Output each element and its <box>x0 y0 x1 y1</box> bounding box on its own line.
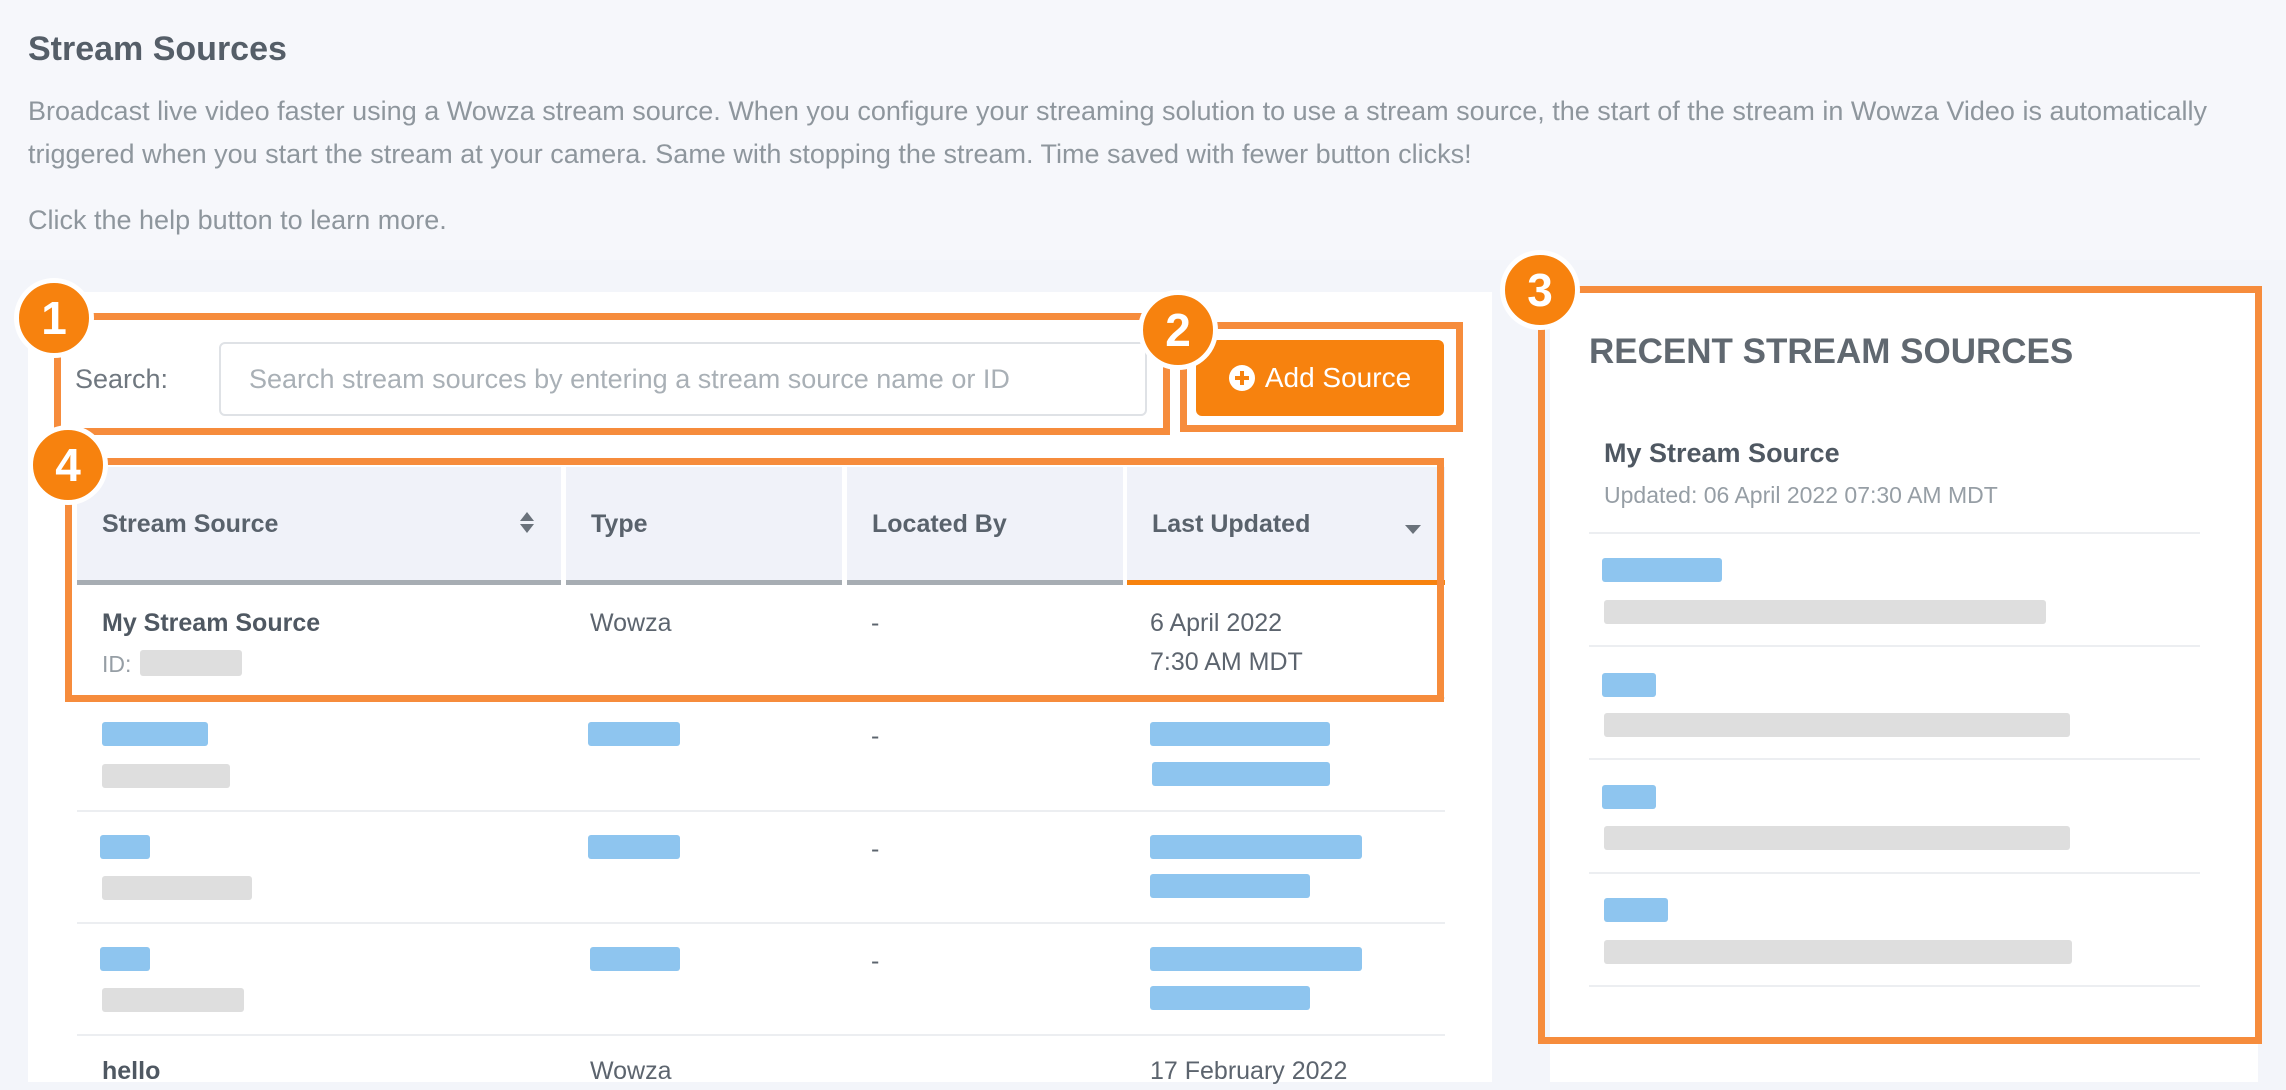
redacted-type <box>588 722 680 746</box>
row-located-by: - <box>871 722 880 750</box>
redacted-date <box>1150 722 1330 746</box>
row-divider <box>77 1034 1445 1036</box>
redacted-id <box>102 764 230 788</box>
row-updated-date: 17 February 2022 <box>1150 1057 1348 1085</box>
row-divider <box>77 810 1445 812</box>
callout-box-recent-sources <box>1538 286 2262 1044</box>
redacted-name <box>100 835 150 859</box>
page-title: Stream Sources <box>28 30 287 68</box>
redacted-date <box>1150 947 1362 971</box>
callout-number-4: 4 <box>28 425 108 505</box>
callout-box-search <box>54 313 1170 435</box>
callout-number-1: 1 <box>14 278 94 358</box>
redacted-id <box>102 876 252 900</box>
row-located-by: - <box>871 835 880 863</box>
callout-number-3: 3 <box>1500 250 1580 330</box>
callout-number-2: 2 <box>1138 290 1218 370</box>
redacted-name <box>102 722 208 746</box>
callout-box-table <box>65 458 1444 702</box>
help-text: Click the help button to learn more. <box>28 205 447 235</box>
redacted-name <box>100 947 150 971</box>
row-divider <box>77 922 1445 924</box>
redacted-date <box>1150 835 1362 859</box>
redacted-time <box>1150 986 1310 1010</box>
row-located-by: - <box>871 947 880 975</box>
redacted-type <box>588 835 680 859</box>
redacted-time <box>1152 762 1330 786</box>
redacted-id <box>102 988 244 1012</box>
redacted-type <box>590 947 680 971</box>
redacted-time <box>1150 874 1310 898</box>
row-stream-source-name[interactable]: hello <box>102 1052 160 1090</box>
callout-box-add-source <box>1180 322 1463 432</box>
page-description: Broadcast live video faster using a Wowz… <box>28 96 2208 169</box>
row-type: Wowza <box>590 1057 672 1085</box>
